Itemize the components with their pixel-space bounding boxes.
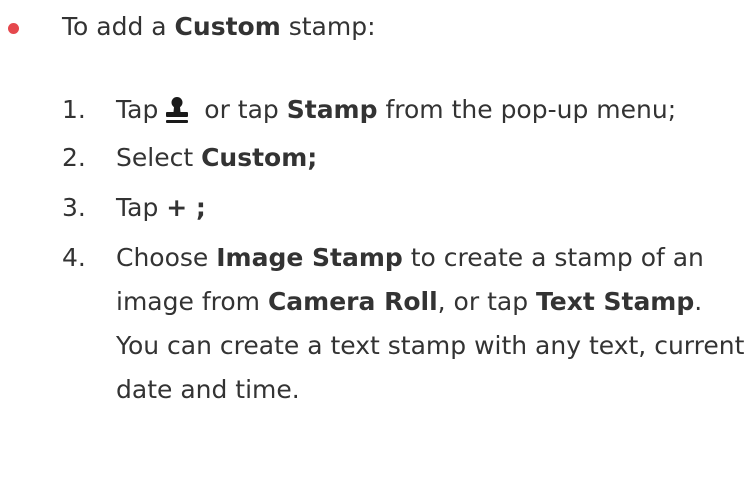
steps-list: 1. Tap or tap Stamp from the pop-up menu… <box>62 88 751 418</box>
step-number: 1. <box>62 95 86 124</box>
step-number: 2. <box>62 143 86 172</box>
instructions-page: To add a Custom stamp: 1. Tap or tap Sta… <box>0 0 751 497</box>
step-4: 4. Choose Image Stamp to create a stamp … <box>62 236 751 412</box>
intro-custom-bold: Custom <box>174 12 281 41</box>
step-3: 3. Tap + ; <box>62 186 751 230</box>
step-body: Tap or tap Stamp from the pop-up menu; <box>116 88 751 132</box>
bullet-heading: To add a Custom stamp: <box>62 7 376 47</box>
step-number: 4. <box>62 243 86 272</box>
step-bold: Image Stamp <box>216 243 403 272</box>
bullet-dot <box>8 23 19 34</box>
step-text: from the pop-up menu; <box>377 95 677 124</box>
step-body: Tap + ; <box>116 186 751 230</box>
step-number: 3. <box>62 193 86 222</box>
step-bold: Text Stamp <box>536 287 695 316</box>
step-body: Select Custom; <box>116 136 751 180</box>
step-text: Choose <box>116 243 217 272</box>
stamp-icon <box>164 94 190 123</box>
step-text: Select <box>116 143 202 172</box>
step-text: , or tap <box>437 287 537 316</box>
step-bold: Stamp <box>286 95 378 124</box>
step-bold: Camera Roll <box>267 287 438 316</box>
step-body: Choose Image Stamp to create a stamp of … <box>116 236 751 412</box>
step-text: Tap <box>116 193 167 222</box>
step-bold: + ; <box>166 193 206 222</box>
step-text: or tap <box>196 95 287 124</box>
step-bold: Custom; <box>201 143 318 172</box>
intro-prefix: To add a <box>62 12 175 41</box>
step-text: Tap <box>116 95 159 124</box>
intro-suffix: stamp: <box>280 12 376 41</box>
step-1: 1. Tap or tap Stamp from the pop-up menu… <box>62 88 751 132</box>
step-2: 2. Select Custom; <box>62 136 751 180</box>
